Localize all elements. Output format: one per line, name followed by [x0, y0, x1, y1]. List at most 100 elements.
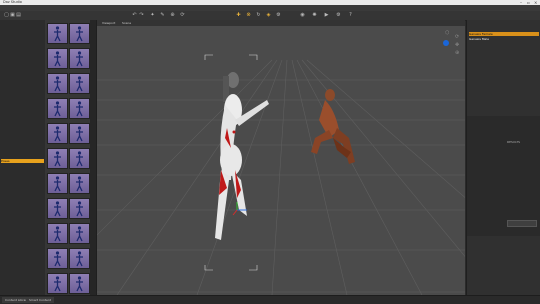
- tree-row[interactable]: [1, 101, 44, 105]
- apply-button[interactable]: [507, 220, 537, 227]
- tree-row[interactable]: [1, 155, 44, 159]
- rotate-icon[interactable]: ↻: [256, 13, 261, 18]
- tree-row[interactable]: [1, 141, 44, 145]
- tree-row[interactable]: [1, 191, 44, 195]
- tree-row[interactable]: [1, 290, 44, 294]
- tree-row[interactable]: [1, 47, 44, 51]
- tree-row[interactable]: [1, 164, 44, 168]
- scene-item-genesis-female[interactable]: Genesis Female: [469, 32, 539, 36]
- pose-thumbnail[interactable]: [69, 98, 90, 119]
- tree-row[interactable]: [1, 146, 44, 150]
- pose-thumbnail[interactable]: [47, 48, 68, 69]
- tree-row[interactable]: [1, 200, 44, 204]
- tree-row[interactable]: [1, 83, 44, 87]
- tree-row[interactable]: [1, 249, 44, 253]
- tab-smart-content[interactable]: Smart Content: [26, 297, 54, 303]
- tree-row[interactable]: [1, 276, 44, 280]
- pose-thumbnail[interactable]: [69, 123, 90, 144]
- pose-thumbnail[interactable]: [69, 223, 90, 244]
- scale-icon[interactable]: ◈: [266, 13, 271, 18]
- open-icon[interactable]: ▣: [10, 13, 15, 18]
- tree-row[interactable]: [1, 177, 44, 181]
- tree-row[interactable]: [1, 96, 44, 100]
- new-icon[interactable]: ▢: [4, 13, 9, 18]
- tree-row[interactable]: [1, 56, 44, 60]
- render-icon[interactable]: ▶: [324, 13, 329, 18]
- pose-thumbnail[interactable]: [47, 248, 68, 269]
- pose-thumbnail[interactable]: [69, 248, 90, 269]
- tree-row[interactable]: [1, 60, 44, 64]
- pose-thumbnail[interactable]: [47, 273, 68, 294]
- pose-thumbnail[interactable]: [69, 148, 90, 169]
- scene-item-genesis-male[interactable]: Genesis Male: [469, 37, 539, 41]
- pose-thumbnail[interactable]: [47, 23, 68, 44]
- tree-row[interactable]: [1, 119, 44, 123]
- pose-thumbnail[interactable]: [69, 173, 90, 194]
- tree-row[interactable]: [1, 65, 44, 69]
- pose-thumbnail[interactable]: [47, 73, 68, 94]
- tool-icon[interactable]: ⟳: [180, 13, 185, 18]
- pose-thumbnail[interactable]: [47, 98, 68, 119]
- tree-row[interactable]: [1, 285, 44, 289]
- tree-row[interactable]: [1, 51, 44, 55]
- tree-row[interactable]: [1, 258, 44, 262]
- tool-icon[interactable]: ✎: [160, 13, 165, 18]
- tree-row[interactable]: [1, 78, 44, 82]
- undo-icon[interactable]: ↶: [132, 13, 137, 18]
- tree-row[interactable]: [1, 182, 44, 186]
- save-icon[interactable]: ▤: [16, 13, 21, 18]
- tree-row[interactable]: [1, 263, 44, 267]
- tree-row[interactable]: [1, 281, 44, 285]
- tree-row[interactable]: [1, 227, 44, 231]
- help-icon[interactable]: ?: [348, 13, 353, 18]
- pose-thumbnail[interactable]: [47, 198, 68, 219]
- tree-row[interactable]: [1, 218, 44, 222]
- pose-thumbnail[interactable]: [47, 123, 68, 144]
- tree-row[interactable]: Poses: [1, 159, 44, 163]
- pose-thumbnail[interactable]: [69, 198, 90, 219]
- pose-thumbnail[interactable]: [47, 173, 68, 194]
- settings-icon[interactable]: ⚙: [336, 13, 341, 18]
- tree-row[interactable]: [1, 245, 44, 249]
- tree-row[interactable]: [1, 168, 44, 172]
- tree-row[interactable]: [1, 132, 44, 136]
- tree-row[interactable]: [1, 137, 44, 141]
- 3d-viewport[interactable]: Viewport Scene ⬡ ⟳ ✥ ⊕: [97, 20, 465, 295]
- pose-thumbnail[interactable]: [47, 223, 68, 244]
- tree-row[interactable]: [1, 38, 44, 42]
- tree-row[interactable]: [1, 29, 44, 33]
- light-icon[interactable]: ✺: [312, 13, 317, 18]
- pose-thumbnail[interactable]: [69, 73, 90, 94]
- tree-row[interactable]: [1, 92, 44, 96]
- tree-row[interactable]: [1, 204, 44, 208]
- tool-icon[interactable]: ✦: [150, 13, 155, 18]
- tree-row[interactable]: [1, 267, 44, 271]
- tree-row[interactable]: [1, 195, 44, 199]
- pose-thumbnail[interactable]: [69, 48, 90, 69]
- tree-row[interactable]: [1, 213, 44, 217]
- tree-row[interactable]: [1, 272, 44, 276]
- tree-row[interactable]: [1, 123, 44, 127]
- tree-row[interactable]: [1, 186, 44, 190]
- node-icon[interactable]: ⚙: [276, 13, 281, 18]
- tree-row[interactable]: [1, 231, 44, 235]
- tree-row[interactable]: [1, 33, 44, 37]
- pose-thumbnail[interactable]: [69, 273, 90, 294]
- thumbnail-scrollbar[interactable]: [90, 20, 96, 295]
- tree-row[interactable]: [1, 114, 44, 118]
- tree-row[interactable]: [1, 69, 44, 73]
- tree-row[interactable]: [1, 24, 44, 28]
- tree-row[interactable]: [1, 254, 44, 258]
- translate-icon[interactable]: ⊗: [246, 13, 251, 18]
- tree-row[interactable]: [1, 222, 44, 226]
- tree-row[interactable]: [1, 110, 44, 114]
- tree-row[interactable]: [1, 209, 44, 213]
- tree-row[interactable]: [1, 240, 44, 244]
- tree-row[interactable]: [1, 87, 44, 91]
- tree-row[interactable]: [1, 128, 44, 132]
- tree-row[interactable]: [1, 74, 44, 78]
- tree-row[interactable]: [1, 150, 44, 154]
- tree-row[interactable]: [1, 236, 44, 240]
- tree-row[interactable]: [1, 42, 44, 46]
- redo-icon[interactable]: ↷: [139, 13, 144, 18]
